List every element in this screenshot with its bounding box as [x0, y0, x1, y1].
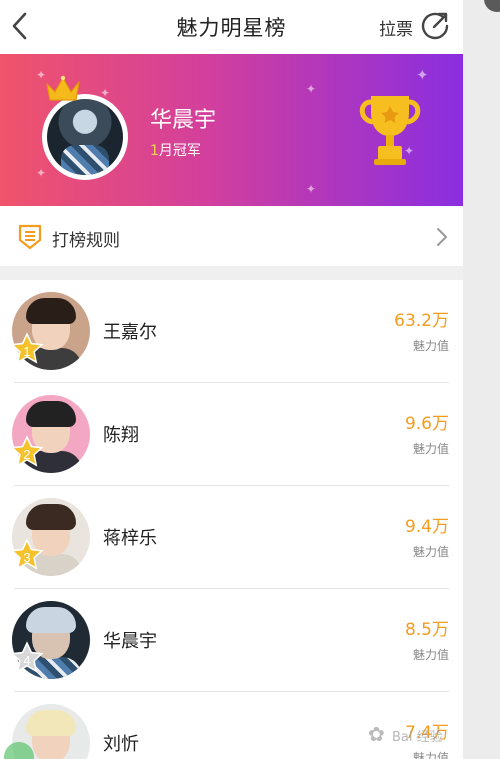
rank-star-icon: 4: [10, 641, 44, 673]
champion-avatar[interactable]: [42, 94, 128, 180]
section-divider: [0, 266, 463, 280]
watermark: ✿ Bai 经验: [368, 718, 460, 754]
share-icon[interactable]: [419, 10, 451, 42]
rank-star-icon: 1: [10, 332, 44, 364]
rules-row[interactable]: 打榜规则: [0, 206, 463, 266]
sparkle-icon: ✦: [36, 166, 47, 180]
charm-label: 魅力值: [412, 339, 449, 353]
crown-icon: [46, 75, 80, 101]
charm-label: 魅力值: [412, 545, 449, 559]
sparkle-icon: ✦: [306, 82, 317, 96]
charm-label: 魅力值: [412, 648, 449, 662]
ranking-row[interactable]: 4 华晨宇 8.5万 魅力值: [0, 589, 463, 692]
champion-banner[interactable]: ✦ ✦ ✦ ✦ ✦ ✦ ✦ 华晨宇 1月冠军: [0, 54, 463, 206]
rank-number: 1: [23, 344, 30, 359]
champion-month: 1: [150, 143, 159, 159]
rank-star-icon: 2: [10, 435, 44, 467]
charm-score: 9.6万: [404, 414, 449, 434]
sparkle-icon: ✦: [416, 66, 429, 84]
watermark-text: Bai 经验: [392, 730, 443, 745]
rules-label: 打榜规则: [52, 231, 120, 251]
star-name: 陈翔: [103, 425, 139, 446]
star-name: 蒋梓乐: [103, 528, 157, 549]
ranking-row[interactable]: 2 陈翔 9.6万 魅力值: [0, 383, 463, 486]
rank-number: 3: [23, 550, 30, 565]
ranking-row[interactable]: 1 王嘉尔 63.2万 魅力值: [0, 280, 463, 383]
top-bar: 魅力明星榜 拉票: [0, 0, 463, 54]
lapiao-button[interactable]: 拉票: [379, 15, 413, 40]
charm-score: 63.2万: [394, 311, 449, 331]
ranking-row[interactable]: 3 蒋梓乐 9.4万 魅力值: [0, 486, 463, 589]
star-name: 王嘉尔: [103, 322, 157, 343]
rank-star-icon: 3: [10, 538, 44, 570]
champion-name: 华晨宇: [150, 108, 217, 133]
rank-number: 2: [23, 447, 30, 462]
charm-score: 8.5万: [404, 620, 449, 640]
app-screen: 魅力明星榜 拉票 ✦ ✦ ✦ ✦ ✦ ✦ ✦ 华晨宇 1月冠军 打榜规则 1 王…: [0, 0, 463, 759]
rules-badge-icon: [18, 224, 42, 250]
side-gutter: [463, 0, 500, 759]
sparkle-icon: ✦: [306, 182, 317, 196]
champion-suffix: 月冠军: [158, 143, 201, 159]
charm-label: 魅力值: [412, 442, 449, 456]
champion-title: 1月冠军: [150, 140, 201, 160]
trophy-icon: [359, 96, 421, 165]
star-name: 华晨宇: [103, 631, 157, 652]
chevron-right-icon: [437, 228, 447, 246]
star-name: 刘忻: [103, 734, 139, 755]
rank-number: 4: [23, 653, 30, 668]
charm-score: 9.4万: [404, 517, 449, 537]
paw-icon: ✿: [368, 722, 385, 746]
